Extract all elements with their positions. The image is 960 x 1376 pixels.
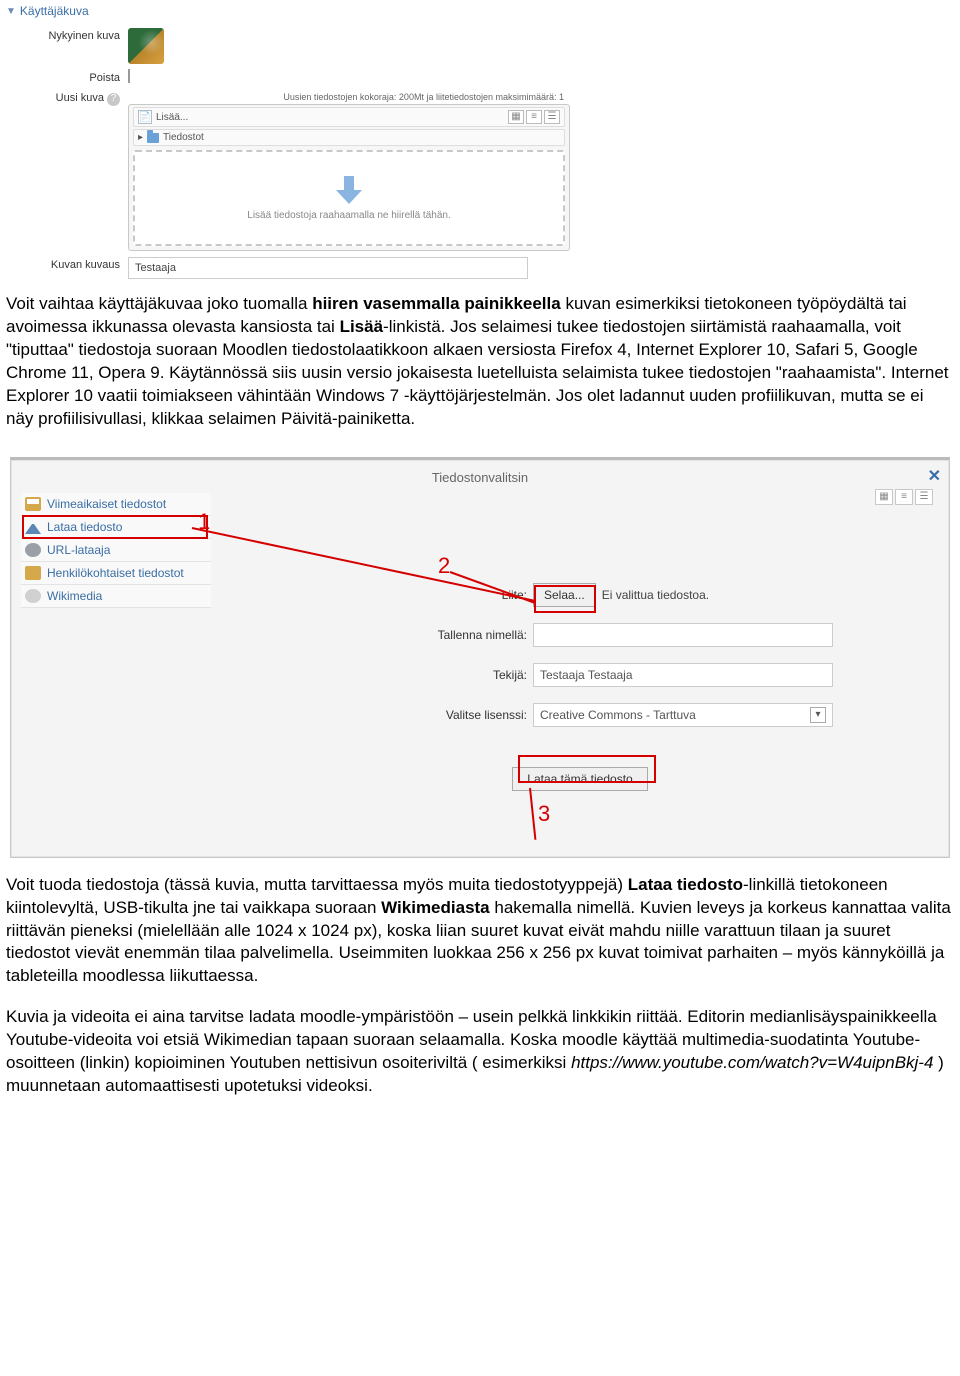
sidebar-item-url[interactable]: URL-lataaja xyxy=(21,539,211,562)
file-picker-dialog: ✕ Tiedostonvalitsin Viimeaikaiset tiedos… xyxy=(10,457,950,858)
sidebar-item-label: Viimeaikaiset tiedostot xyxy=(47,497,166,511)
upload-submit-button[interactable]: Lataa tämä tiedosto xyxy=(512,767,647,791)
author-input[interactable] xyxy=(533,663,833,687)
view-tree-icon[interactable]: ☰ xyxy=(915,489,933,505)
paragraph-1: Voit vaihtaa käyttäjäkuvaa joko tuomalla… xyxy=(0,289,960,453)
recent-icon xyxy=(25,497,41,511)
sidebar-item-upload[interactable]: Lataa tiedosto xyxy=(21,516,211,539)
files-tree-label: Tiedostot xyxy=(163,132,204,143)
view-grid-icon[interactable]: ▦ xyxy=(875,489,893,505)
license-select[interactable]: Creative Commons - Tarttuva ▾ xyxy=(533,703,833,727)
saveas-input[interactable] xyxy=(533,623,833,647)
row-saveas: Tallenna nimellä: xyxy=(221,623,939,647)
view-tree-icon[interactable]: ☰ xyxy=(544,110,560,124)
file-toolbar: 📄 Lisää... ▦ ≡ ☰ xyxy=(133,107,565,127)
upload-icon xyxy=(25,520,41,534)
file-picker-sidebar: Viimeaikaiset tiedostot Lataa tiedosto U… xyxy=(21,493,211,839)
delete-checkbox[interactable] xyxy=(128,69,130,83)
fp-view-icons: ▦ ≡ ☰ xyxy=(875,489,933,505)
row-current-image: Nykyinen kuva xyxy=(0,28,570,64)
row-description: Kuvan kuvaus xyxy=(0,257,570,279)
view-mode-icons: ▦ ≡ ☰ xyxy=(508,110,560,124)
tree-toggle-icon: ▸ xyxy=(138,132,143,143)
license-value: Creative Commons - Tarttuva xyxy=(540,708,696,722)
personal-icon xyxy=(25,566,41,580)
add-file-icon[interactable]: 📄 xyxy=(138,110,152,124)
saveas-label: Tallenna nimellä: xyxy=(221,628,527,642)
view-list-icon[interactable]: ≡ xyxy=(526,110,542,124)
section-legend[interactable]: ▼ Käyttäjäkuva xyxy=(0,0,570,22)
description-label: Kuvan kuvaus xyxy=(0,257,120,271)
sidebar-item-label: Lataa tiedosto xyxy=(47,520,122,534)
row-author: Tekijä: xyxy=(221,663,939,687)
row-delete: Poista xyxy=(0,70,570,84)
sidebar-item-label: URL-lataaja xyxy=(47,543,110,557)
wikimedia-icon xyxy=(25,589,41,603)
file-size-help: Uusien tiedostojen kokoraja: 200Mt ja li… xyxy=(128,90,570,102)
help-icon[interactable]: ? xyxy=(107,93,120,106)
current-image-label: Nykyinen kuva xyxy=(0,28,120,42)
description-input[interactable] xyxy=(128,257,528,279)
view-list-icon[interactable]: ≡ xyxy=(895,489,913,505)
delete-label: Poista xyxy=(0,70,120,84)
paragraph-2: Voit tuoda tiedostoja (tässä kuvia, mutt… xyxy=(0,870,960,1120)
row-attach: Liite: Selaa... Ei valittua tiedostoa. xyxy=(221,583,939,607)
sidebar-item-wikimedia[interactable]: Wikimedia xyxy=(21,585,211,608)
no-file-selected: Ei valittua tiedostoa. xyxy=(602,588,709,602)
sidebar-item-label: Henkilökohtaiset tiedostot xyxy=(47,566,184,580)
file-picker-main: ▦ ≡ ☰ Liite: Selaa... Ei valittua tiedos… xyxy=(221,493,939,839)
dropzone[interactable]: Lisää tiedostoja raahaamalla ne hiirellä… xyxy=(133,150,565,246)
files-tree-row[interactable]: ▸ Tiedostot xyxy=(133,129,565,146)
row-new-image: Uusi kuva ? Uusien tiedostojen kokoraja:… xyxy=(0,90,570,251)
view-grid-icon[interactable]: ▦ xyxy=(508,110,524,124)
sidebar-item-personal[interactable]: Henkilökohtaiset tiedostot xyxy=(21,562,211,585)
file-manager: 📄 Lisää... ▦ ≡ ☰ ▸ Tiedostot L xyxy=(128,104,570,251)
add-button[interactable]: Lisää... xyxy=(156,112,188,123)
new-image-label: Uusi kuva ? xyxy=(0,90,120,106)
chevron-down-icon: ▼ xyxy=(6,6,16,17)
avatar xyxy=(128,28,164,64)
author-label: Tekijä: xyxy=(221,668,527,682)
paragraph-3: Kuvia ja videoita ei aina tarvitse ladat… xyxy=(6,1006,954,1098)
close-icon[interactable]: ✕ xyxy=(928,466,941,486)
file-picker-title: Tiedostonvalitsin xyxy=(11,460,949,493)
row-license: Valitse lisenssi: Creative Commons - Tar… xyxy=(221,703,939,727)
chevron-down-icon: ▾ xyxy=(810,707,826,723)
license-label: Valitse lisenssi: xyxy=(221,708,527,722)
sidebar-item-recent[interactable]: Viimeaikaiset tiedostot xyxy=(21,493,211,516)
section-title: Käyttäjäkuva xyxy=(20,4,89,18)
profile-picture-panel: ▼ Käyttäjäkuva Nykyinen kuva Poista Uusi… xyxy=(0,0,570,279)
arrow-down-icon xyxy=(334,176,364,206)
folder-icon xyxy=(147,133,159,143)
dropzone-text: Lisää tiedostoja raahaamalla ne hiirellä… xyxy=(247,210,450,221)
attach-label: Liite: xyxy=(221,588,527,602)
url-icon xyxy=(25,543,41,557)
browse-button[interactable]: Selaa... xyxy=(533,583,596,607)
sidebar-item-label: Wikimedia xyxy=(47,589,102,603)
